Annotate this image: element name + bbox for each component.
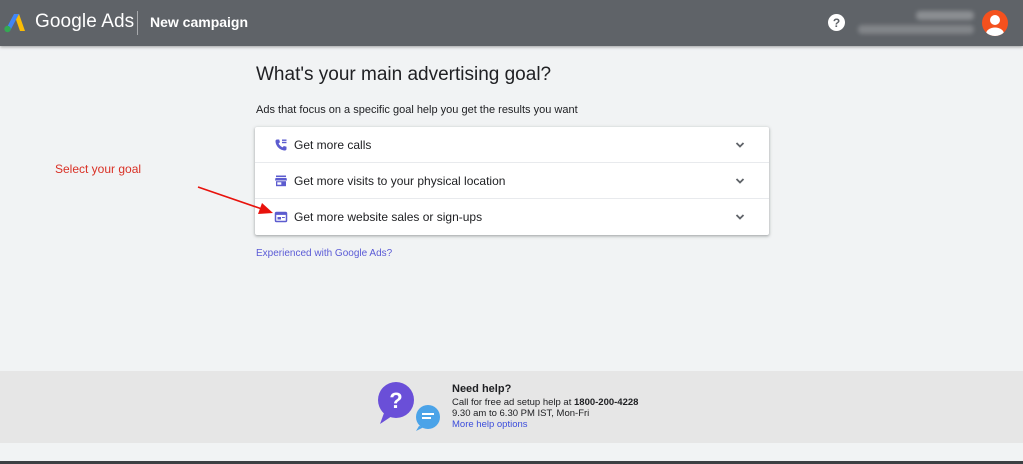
website-icon xyxy=(274,211,288,223)
chevron-down-icon[interactable] xyxy=(734,139,746,151)
avatar[interactable] xyxy=(982,10,1008,36)
bottom-spacer xyxy=(0,443,1023,461)
goal-label-visits: Get more visits to your physical locatio… xyxy=(294,174,506,188)
goal-options-card: Get more calls Get more visits to your p… xyxy=(255,127,769,235)
chevron-down-icon[interactable] xyxy=(734,211,746,223)
goal-option-calls[interactable]: Get more calls xyxy=(255,127,769,163)
goal-subheading: Ads that focus on a specific goal help y… xyxy=(256,104,578,116)
brand-name[interactable]: Google Ads xyxy=(35,11,134,33)
store-icon xyxy=(275,175,287,187)
support-hours: 9.30 am to 6.30 PM IST, Mon-Fri xyxy=(452,408,590,419)
account-email-blurred xyxy=(858,25,974,34)
goal-label-calls: Get more calls xyxy=(294,138,372,152)
help-button[interactable]: ? xyxy=(828,14,845,31)
goal-label-website: Get more website sales or sign-ups xyxy=(294,210,483,224)
help-icon: ? xyxy=(832,15,841,30)
account-avatar-icon xyxy=(986,15,1004,36)
header-divider xyxy=(137,11,138,35)
call-prefix: Call for free ad setup help at xyxy=(452,397,574,408)
page-title: New campaign xyxy=(150,14,249,30)
goal-option-visits[interactable]: Get more visits to your physical locatio… xyxy=(255,163,769,199)
experienced-link[interactable]: Experienced with Google Ads? xyxy=(256,248,392,259)
more-help-link[interactable]: More help options xyxy=(452,419,528,430)
phone-icon xyxy=(275,139,287,151)
account-name-blurred xyxy=(916,11,974,20)
svg-text:?: ? xyxy=(389,388,402,413)
chevron-down-icon[interactable] xyxy=(734,175,746,187)
annotation-label: Select your goal xyxy=(55,162,142,176)
need-help-title: Need help? xyxy=(452,383,512,395)
goal-option-website[interactable]: Get more website sales or sign-ups xyxy=(255,199,769,235)
support-phone[interactable]: 1800-200-4228 xyxy=(574,397,638,408)
top-app-bar: Google Ads New campaign ? xyxy=(0,0,1023,46)
help-bubble-icon: ? xyxy=(378,382,440,431)
goal-heading: What's your main advertising goal? xyxy=(256,64,552,85)
google-ads-logo-icon[interactable] xyxy=(2,13,26,33)
call-help-text: Call for free ad setup help at 1800-200-… xyxy=(452,397,638,408)
